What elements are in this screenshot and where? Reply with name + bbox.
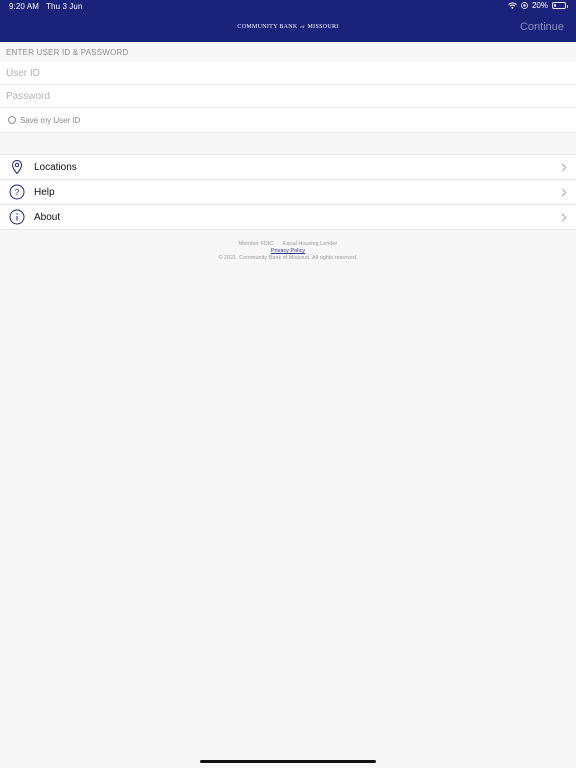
- battery-icon: [552, 2, 568, 9]
- chevron-right-icon: [561, 213, 567, 222]
- status-bar-indicators: 20%: [508, 1, 568, 10]
- footer-disclosures: Member FDIC Equal Housing Lender: [0, 241, 576, 248]
- bank-logo: COMMUNITY BANK of MISSOURI: [0, 24, 576, 30]
- location-icon: [521, 2, 528, 9]
- privacy-policy-link[interactable]: Privacy Policy: [271, 248, 305, 254]
- user-id-row: [0, 62, 576, 85]
- save-user-id-toggle[interactable]: Save my User ID: [0, 108, 576, 133]
- continue-button[interactable]: Continue: [520, 21, 564, 33]
- brand-name-1: COMMUNITY BANK: [237, 24, 298, 30]
- password-row: [0, 85, 576, 108]
- login-form: Save my User ID: [0, 62, 576, 133]
- brand-of: of: [300, 24, 305, 29]
- wifi-icon: [508, 2, 517, 9]
- battery-tip: [566, 4, 568, 8]
- battery-percent: 20%: [531, 1, 548, 10]
- status-date: Thu 3 Jun: [46, 2, 83, 11]
- info-menu: Locations ? Help About: [0, 154, 576, 230]
- chevron-right-icon: [561, 188, 567, 197]
- equal-housing-text: Equal Housing Lender: [282, 241, 338, 247]
- menu-label-about: About: [34, 211, 61, 223]
- menu-item-locations[interactable]: Locations: [0, 155, 576, 180]
- menu-item-about[interactable]: About: [0, 205, 576, 230]
- status-time: 9:20 AM: [9, 2, 40, 11]
- footer: Member FDIC Equal Housing Lender Privacy…: [0, 241, 576, 262]
- password-input[interactable]: [6, 90, 576, 102]
- app-header: 9:20 AM Thu 3 Jun 20% COMMUNITY BANK of …: [0, 0, 576, 42]
- info-circle-icon: [9, 209, 25, 225]
- svg-text:?: ?: [15, 188, 20, 197]
- home-indicator[interactable]: [200, 760, 376, 763]
- member-fdic-text: Member FDIC: [238, 241, 274, 247]
- status-bar-time: 9:20 AM Thu 3 Jun: [9, 2, 83, 11]
- copyright-text: © 2021. Community Bank of Missouri. All …: [218, 255, 358, 261]
- menu-item-help[interactable]: ? Help: [0, 180, 576, 205]
- chevron-right-icon: [561, 163, 567, 172]
- save-user-id-label: Save my User ID: [20, 115, 81, 125]
- menu-label-help: Help: [34, 186, 55, 198]
- brand-name-2: MISSOURI: [307, 24, 339, 30]
- login-section-label: ENTER USER ID & PASSWORD: [6, 48, 129, 57]
- battery-fill: [554, 4, 556, 7]
- map-pin-icon: [11, 159, 23, 175]
- user-id-input[interactable]: [6, 67, 576, 79]
- question-circle-icon: ?: [9, 184, 25, 200]
- menu-label-locations: Locations: [34, 161, 77, 173]
- save-user-id-radio[interactable]: [8, 116, 16, 124]
